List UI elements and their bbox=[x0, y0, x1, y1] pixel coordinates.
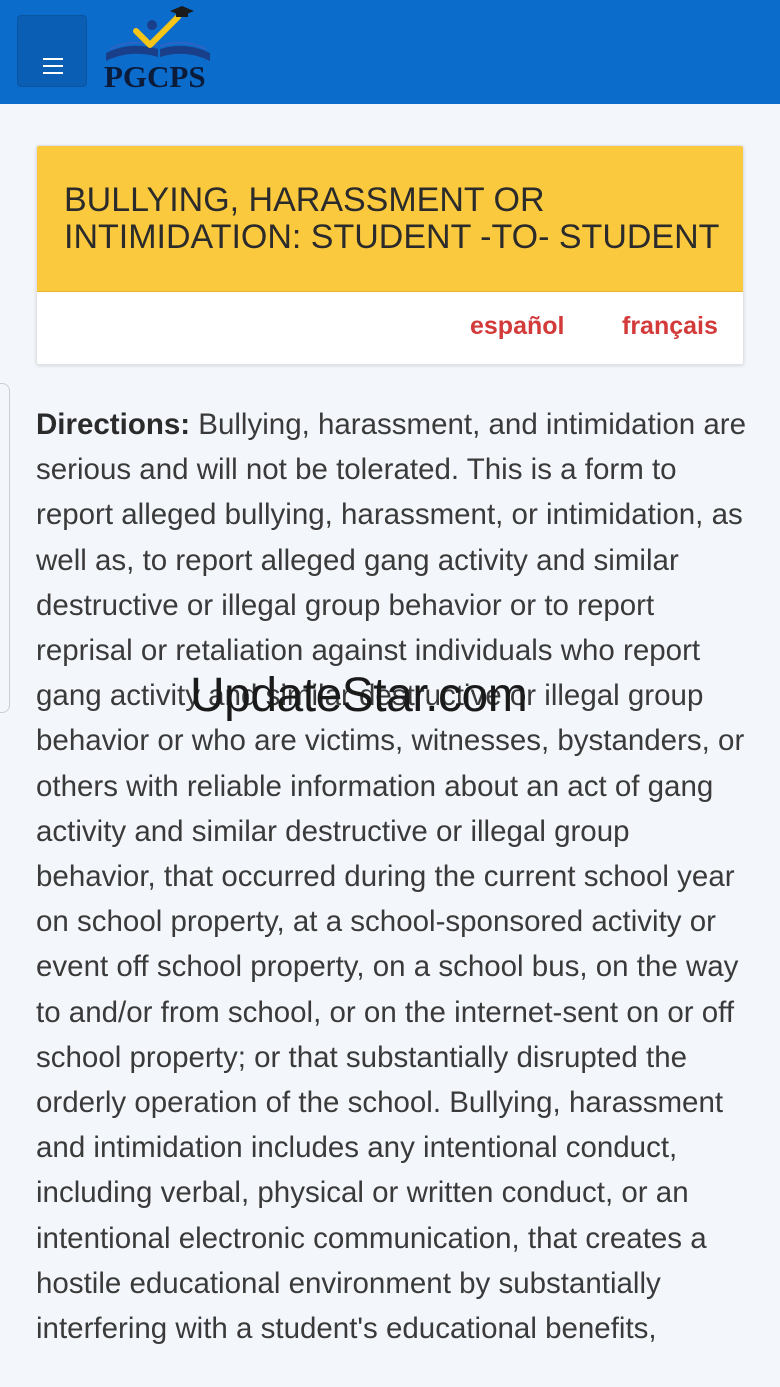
page-title-line-1: BULLYING, HARASSMENT OR bbox=[64, 181, 545, 219]
language-link-espanol[interactable]: español bbox=[470, 312, 564, 341]
language-link-francais[interactable]: français bbox=[622, 312, 718, 341]
form-title-card: BULLYING, HARASSMENT OR INTIMIDATION: ST… bbox=[36, 145, 744, 365]
side-drawer-handle[interactable] bbox=[0, 383, 10, 713]
hamburger-menu-button[interactable] bbox=[17, 15, 87, 87]
pgcps-logo[interactable]: PGCPS bbox=[100, 5, 220, 100]
page-title-line-2: INTIMIDATION: STUDENT -TO- STUDENT bbox=[64, 218, 720, 256]
directions-text: Directions: Bullying, harassment, and in… bbox=[36, 402, 748, 1351]
page-title: BULLYING, HARASSMENT OR INTIMIDATION: ST… bbox=[64, 182, 724, 256]
directions-label: Directions: bbox=[36, 408, 191, 441]
top-navigation-bar: PGCPS bbox=[0, 0, 780, 104]
book-checkmark-icon bbox=[106, 6, 210, 61]
logo-text: PGCPS bbox=[104, 59, 206, 94]
directions-body: Bullying, harassment, and intimidation a… bbox=[36, 408, 746, 1346]
form-title-header: BULLYING, HARASSMENT OR INTIMIDATION: ST… bbox=[37, 146, 743, 292]
